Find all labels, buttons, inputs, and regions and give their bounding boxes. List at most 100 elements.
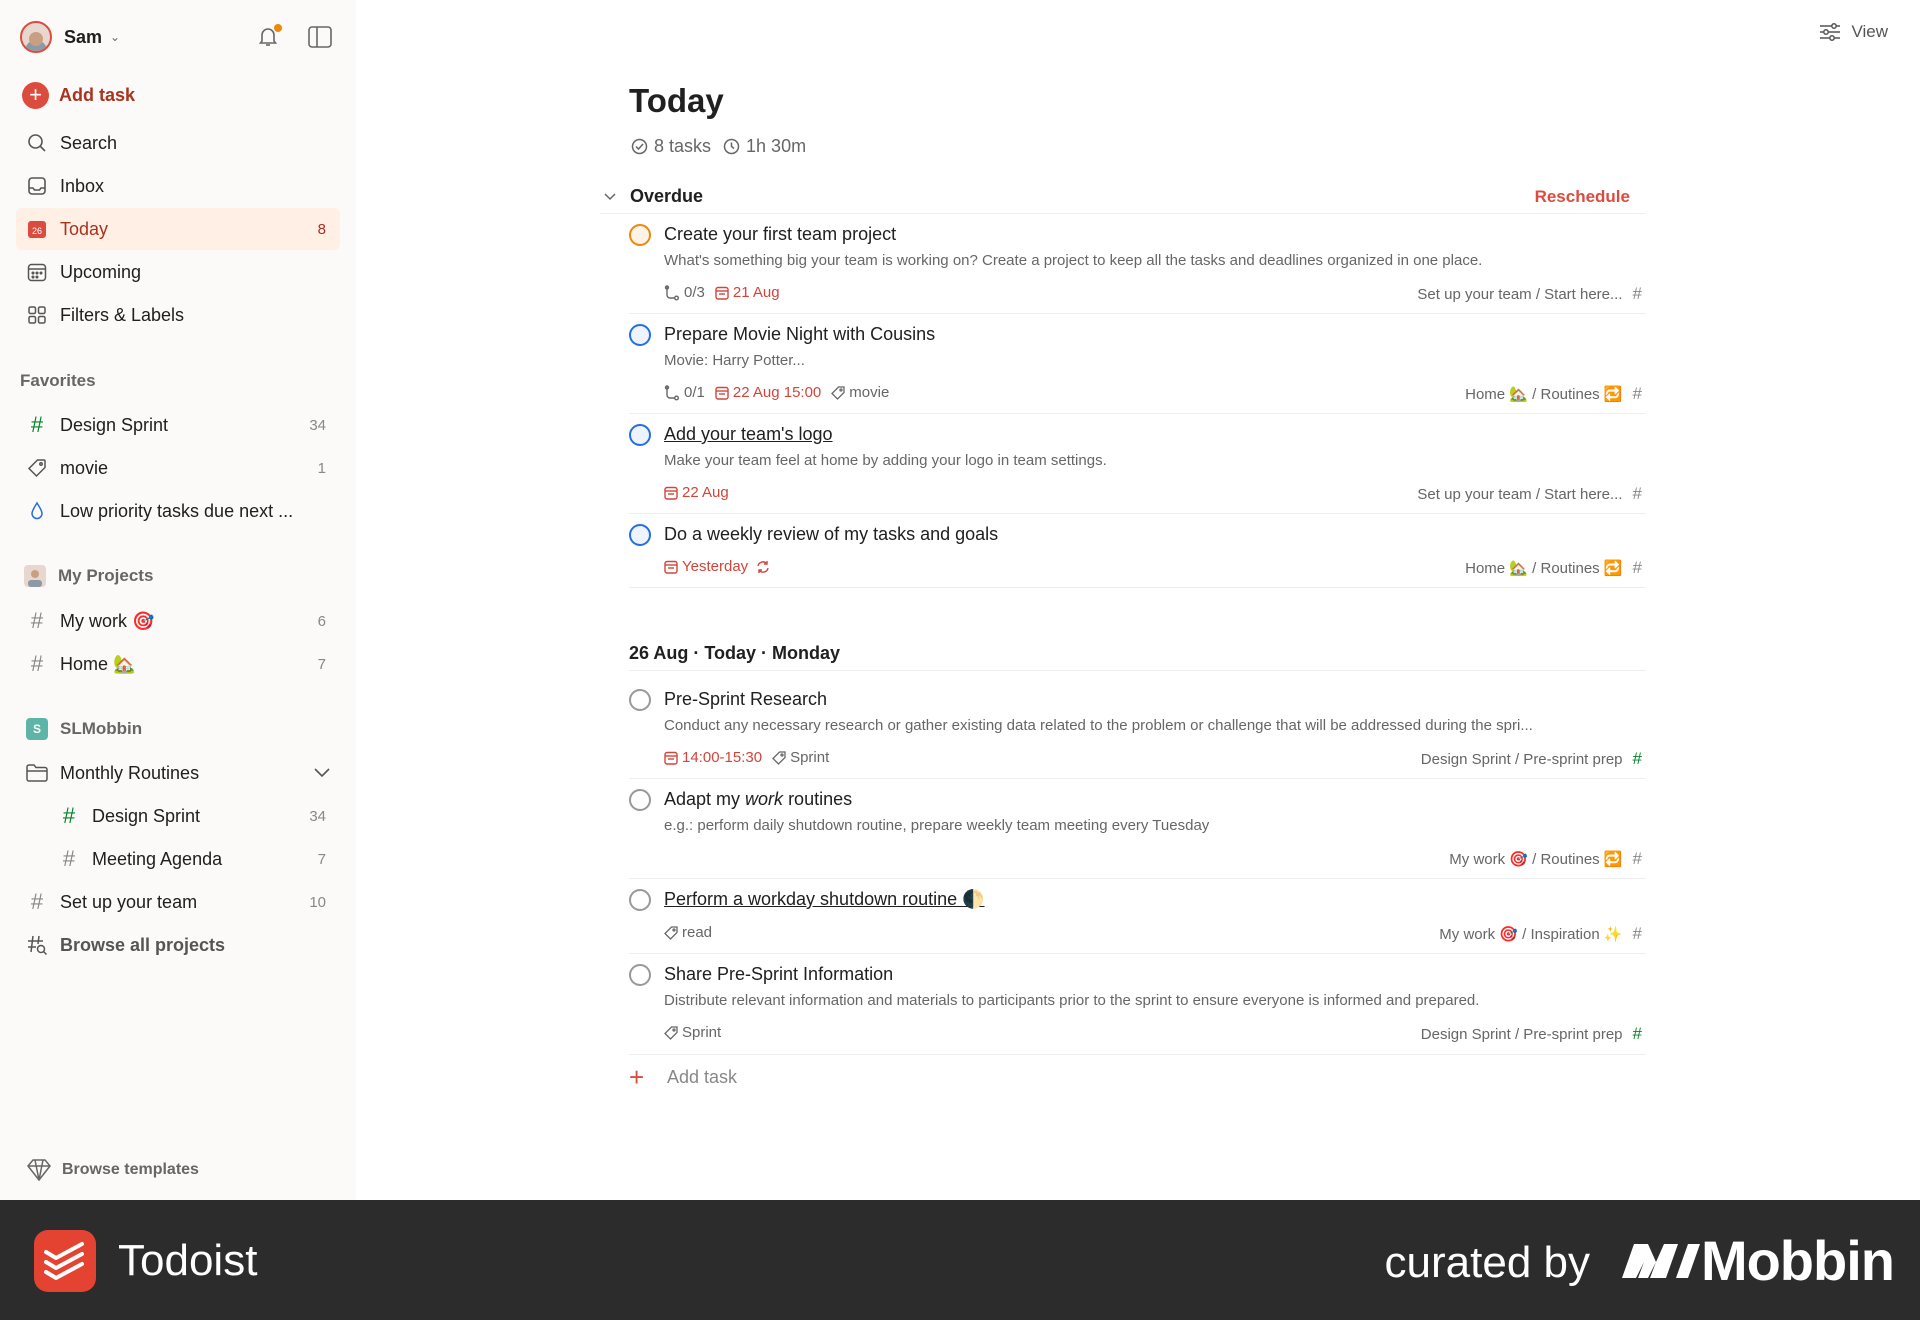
folder-monthly-routines[interactable]: Monthly Routines bbox=[16, 752, 340, 794]
add-task-label: Add task bbox=[59, 84, 136, 105]
nav-filters-labels[interactable]: Filters & Labels bbox=[16, 294, 340, 336]
nav-inbox[interactable]: Inbox bbox=[16, 165, 340, 207]
task-checkbox[interactable] bbox=[629, 324, 651, 346]
task-title-link[interactable]: Perform a workday shutdown routine 🌓 bbox=[664, 889, 985, 910]
browse-templates-button[interactable]: Browse templates bbox=[26, 1158, 199, 1182]
inbox-icon bbox=[26, 175, 48, 197]
task-item[interactable]: Prepare Movie Night with Cousins Movie: … bbox=[629, 314, 1646, 414]
task-item[interactable]: Pre-Sprint Research Conduct any necessar… bbox=[629, 679, 1646, 779]
user-name: Sam bbox=[64, 26, 103, 47]
label-chip[interactable]: movie bbox=[831, 384, 889, 401]
favorites-heading[interactable]: Favorites bbox=[20, 371, 96, 391]
svg-text:26: 26 bbox=[32, 226, 42, 236]
task-title[interactable]: Do a weekly review of my tasks and goals bbox=[664, 524, 998, 545]
task-project[interactable]: Home 🏡 / Routines 🔁 # bbox=[1465, 558, 1642, 578]
task-checkbox[interactable] bbox=[629, 424, 651, 446]
project-count: 7 bbox=[317, 655, 326, 673]
label-chip[interactable]: read bbox=[664, 924, 712, 941]
chevron-down-icon[interactable] bbox=[314, 765, 330, 782]
day-title: 26 Aug · Today · Monday bbox=[629, 643, 841, 663]
project-design-sprint[interactable]: # Design Sprint 34 bbox=[16, 795, 340, 837]
task-item[interactable]: Share Pre-Sprint Information Distribute … bbox=[629, 954, 1646, 1055]
project-home[interactable]: # Home 🏡 7 bbox=[16, 643, 340, 685]
task-project[interactable]: My work 🎯 / Routines 🔁 # bbox=[1449, 849, 1642, 869]
task-project[interactable]: Set up your team / Start here... # bbox=[1417, 284, 1642, 304]
workspace-heading[interactable]: S SLMobbin bbox=[20, 718, 142, 740]
title-part: Adapt my bbox=[664, 789, 746, 809]
label-chip[interactable]: Sprint bbox=[772, 749, 829, 766]
add-task-button[interactable]: + Add task bbox=[22, 80, 135, 110]
favorite-movie[interactable]: movie 1 bbox=[16, 447, 340, 489]
task-checkbox[interactable] bbox=[629, 689, 651, 711]
nav-upcoming[interactable]: Upcoming bbox=[16, 251, 340, 293]
task-project[interactable]: Set up your team / Start here... # bbox=[1417, 484, 1642, 504]
task-description: Make your team feel at home by adding yo… bbox=[664, 452, 1107, 469]
task-checkbox[interactable] bbox=[629, 964, 651, 986]
due-date[interactable]: 21 Aug bbox=[715, 284, 780, 301]
user-menu[interactable]: Sam ⌄ bbox=[20, 20, 120, 54]
nav-count: 8 bbox=[317, 220, 326, 238]
task-title[interactable]: Create your first team project bbox=[664, 224, 896, 245]
diamond-icon bbox=[27, 1159, 51, 1182]
workspace-title: SLMobbin bbox=[60, 719, 143, 738]
project-label: Home 🏡 bbox=[60, 653, 136, 674]
task-item[interactable]: Create your first team project What's so… bbox=[629, 214, 1646, 314]
project-set-up-your-team[interactable]: # Set up your team 10 bbox=[16, 881, 340, 923]
label-name: Sprint bbox=[790, 749, 830, 766]
task-title[interactable]: Share Pre-Sprint Information bbox=[664, 964, 893, 985]
subtasks-count: 0/3 bbox=[684, 284, 705, 301]
project-my-work[interactable]: # My work 🎯 6 bbox=[16, 600, 340, 642]
avatar bbox=[20, 21, 52, 53]
hash-icon: # bbox=[1632, 284, 1642, 303]
page-title: Today bbox=[629, 82, 724, 119]
reschedule-button[interactable]: Reschedule bbox=[1535, 187, 1630, 207]
notifications-button[interactable] bbox=[256, 24, 282, 50]
task-project[interactable]: Design Sprint / Pre-sprint prep # bbox=[1421, 1024, 1642, 1044]
due-date-label: 21 Aug bbox=[732, 284, 780, 301]
task-item[interactable]: Adapt my work routines e.g.: perform dai… bbox=[629, 779, 1646, 879]
view-button[interactable]: View bbox=[1819, 22, 1888, 42]
due-date[interactable]: Yesterday bbox=[664, 558, 774, 575]
due-date[interactable]: 22 Aug 15:00 bbox=[715, 384, 821, 401]
due-date[interactable]: 22 Aug bbox=[664, 484, 729, 501]
task-item[interactable]: Do a weekly review of my tasks and goals… bbox=[629, 514, 1646, 588]
due-date-label: 22 Aug bbox=[682, 484, 729, 501]
browse-all-projects[interactable]: Browse all projects bbox=[16, 924, 340, 966]
task-checkbox[interactable] bbox=[629, 789, 651, 811]
task-title[interactable]: Adapt my work routines bbox=[664, 789, 852, 810]
collapse-chevron-icon[interactable] bbox=[600, 190, 620, 204]
task-checkbox[interactable] bbox=[629, 889, 651, 911]
toggle-sidebar-button[interactable] bbox=[308, 26, 332, 48]
my-projects-heading[interactable]: My Projects bbox=[20, 565, 153, 587]
task-meta: Yesterday bbox=[664, 558, 784, 575]
hash-icon: # bbox=[1632, 484, 1642, 503]
favorite-low-priority-filter[interactable]: Low priority tasks due next ... bbox=[16, 490, 340, 532]
subtasks-count: 0/1 bbox=[684, 384, 705, 401]
nav-label: Today bbox=[60, 218, 109, 239]
project-path: Home 🏡 / Routines 🔁 bbox=[1465, 386, 1623, 403]
task-project[interactable]: My work 🎯 / Inspiration ✨ # bbox=[1439, 924, 1642, 944]
nav-today[interactable]: 26 Today 8 bbox=[16, 208, 340, 250]
hash-icon: # bbox=[1632, 558, 1642, 577]
project-meeting-agenda[interactable]: # Meeting Agenda 7 bbox=[16, 838, 340, 880]
task-item[interactable]: Perform a workday shutdown routine 🌓 rea… bbox=[629, 879, 1646, 954]
favorite-design-sprint[interactable]: # Design Sprint 34 bbox=[16, 404, 340, 446]
task-checkbox[interactable] bbox=[629, 224, 651, 246]
footer-banner: Todoist curated by Mobbin bbox=[0, 1200, 1920, 1320]
task-project[interactable]: Design Sprint / Pre-sprint prep # bbox=[1421, 749, 1642, 769]
task-title[interactable]: Pre-Sprint Research bbox=[664, 689, 827, 710]
nav-search[interactable]: Search bbox=[16, 122, 340, 164]
task-title-link[interactable]: Add your team's logo bbox=[664, 424, 833, 445]
project-label: My work 🎯 bbox=[60, 610, 155, 631]
title-emphasis: work bbox=[745, 789, 784, 809]
task-project[interactable]: Home 🏡 / Routines 🔁 # bbox=[1465, 384, 1642, 404]
duration: 1h 30m bbox=[723, 136, 806, 157]
favorite-count: 1 bbox=[317, 459, 326, 477]
task-checkbox[interactable] bbox=[629, 524, 651, 546]
task-title[interactable]: Prepare Movie Night with Cousins bbox=[664, 324, 935, 345]
label-chip[interactable]: Sprint bbox=[664, 1024, 721, 1041]
due-time[interactable]: 14:00-15:30 bbox=[664, 749, 762, 766]
task-meta: 0/3 21 Aug bbox=[664, 284, 790, 301]
task-item[interactable]: Add your team's logo Make your team feel… bbox=[629, 414, 1646, 514]
add-task-inline-button[interactable]: + Add task bbox=[629, 1064, 737, 1090]
